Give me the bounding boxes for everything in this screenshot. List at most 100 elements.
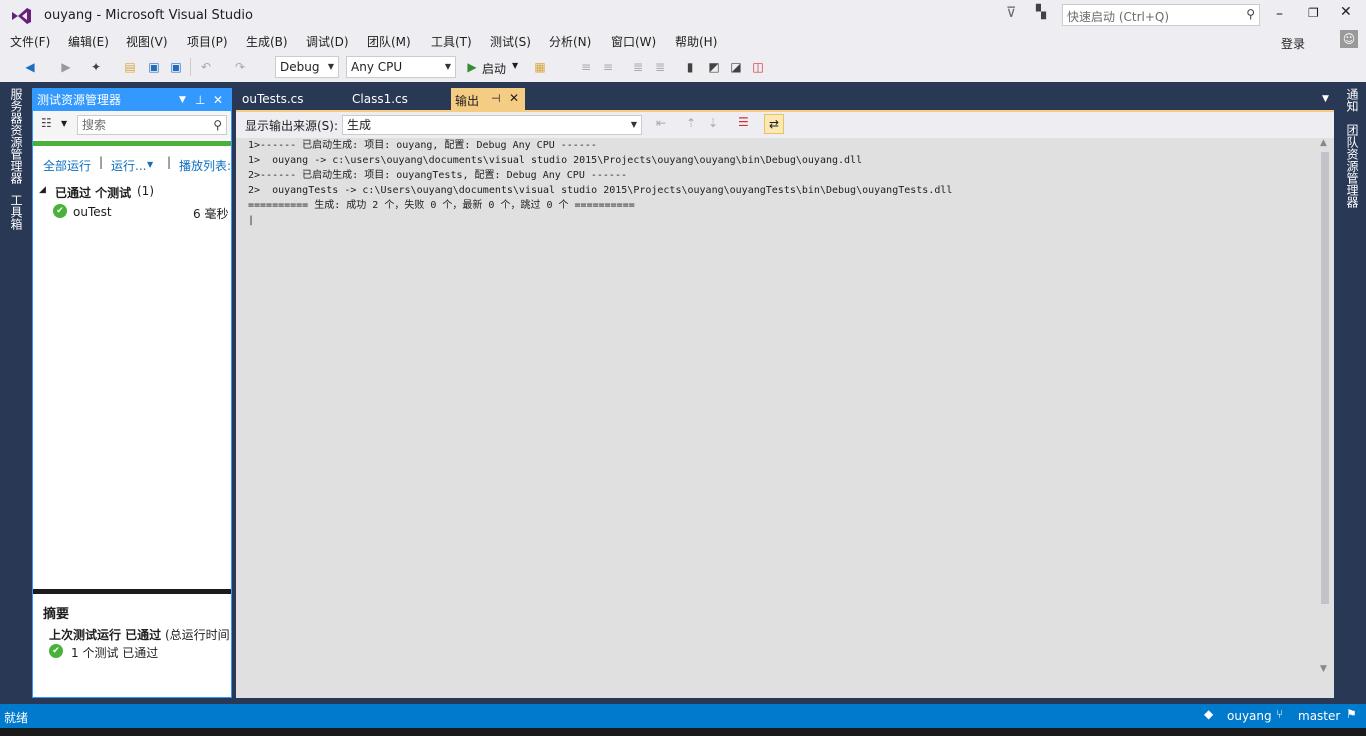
text-cursor: |: [248, 215, 255, 226]
right-tool-strip: 通知 团队资源管理器: [1336, 82, 1366, 702]
start-icon[interactable]: ▶: [464, 59, 480, 75]
login-link[interactable]: 登录: [1281, 35, 1305, 52]
account-avatar-icon[interactable]: ☺: [1340, 30, 1358, 48]
menu-file[interactable]: 文件(F): [10, 33, 50, 50]
standard-toolbar: ◀ ▶ ✦ ▤ ▣ ▣ ↶ ↷ Debug ▼ Any CPU ▼ ▶ 启动 ▼…: [0, 52, 1366, 82]
passed-group-label[interactable]: 已通过 个测试: [55, 184, 131, 201]
toggle-word-wrap-icon[interactable]: ⇄: [764, 114, 784, 134]
uncomment-icon[interactable]: ≣: [652, 59, 668, 75]
chevron-down-icon: ▼: [327, 62, 334, 71]
menu-team[interactable]: 团队(M): [367, 33, 411, 50]
repo-name[interactable]: ouyang: [1227, 709, 1272, 723]
forward-icon[interactable]: ▶: [58, 59, 74, 75]
menu-tools[interactable]: 工具(T): [431, 33, 472, 50]
minimize-button[interactable]: –: [1276, 6, 1283, 22]
next-message-icon[interactable]: ⇣: [708, 116, 718, 130]
branch-icon[interactable]: ⑂: [1276, 707, 1283, 721]
output-text[interactable]: 1>------ 已启动生成: 项目: ouyang, 配置: Debug An…: [248, 138, 1308, 678]
indent-icon[interactable]: ≡: [578, 59, 594, 75]
clear-bookmarks-icon[interactable]: ◫: [750, 59, 766, 75]
output-line: 1> ouyang -> c:\users\ouyang\documents\v…: [248, 155, 863, 166]
new-project-icon[interactable]: ✦: [88, 59, 104, 75]
bookmark-icon[interactable]: ▮: [682, 59, 698, 75]
menu-build[interactable]: 生成(B): [246, 33, 288, 50]
window-title: ouyang - Microsoft Visual Studio: [44, 8, 253, 23]
output-line: ========== 生成: 成功 2 个，失败 0 个，最新 0 个，跳过 0…: [248, 200, 635, 211]
platform-select[interactable]: Any CPU ▼: [346, 56, 456, 78]
output-source-select[interactable]: 生成 ▼: [342, 115, 642, 135]
back-icon[interactable]: ◀: [22, 59, 38, 75]
output-source-value: 生成: [347, 118, 372, 132]
menu-window[interactable]: 窗口(W): [611, 33, 656, 50]
clear-all-icon[interactable]: ☰: [738, 115, 749, 129]
tab-output[interactable]: 输出 ⊣ ✕: [451, 88, 525, 110]
menu-analyze[interactable]: 分析(N): [549, 33, 591, 50]
prev-bookmark-icon[interactable]: ◩: [706, 59, 722, 75]
playlist-link[interactable]: 播放列表:: [179, 157, 231, 174]
scroll-down-icon[interactable]: ▼: [1320, 664, 1327, 674]
test-explorer-title: 测试资源管理器: [37, 93, 122, 107]
repo-icon[interactable]: ◆: [1204, 707, 1213, 721]
feedback-icon[interactable]: ▚: [1036, 5, 1046, 20]
save-icon[interactable]: ▣: [146, 59, 162, 75]
group-by-icon[interactable]: ☷: [41, 116, 52, 130]
team-explorer-tab[interactable]: 团队资源管理器: [1344, 124, 1361, 208]
menu-edit[interactable]: 编辑(E): [68, 33, 109, 50]
scrollbar-thumb[interactable]: [1321, 152, 1329, 604]
chevron-down-icon[interactable]: ▼: [512, 61, 518, 70]
comment-icon[interactable]: ≣: [630, 59, 646, 75]
chevron-down-icon[interactable]: ▼: [61, 119, 67, 128]
outdent-icon[interactable]: ≡: [600, 59, 616, 75]
server-explorer-tab[interactable]: 服务器资源管理器: [8, 88, 25, 184]
prev-message-icon[interactable]: ⇡: [686, 116, 696, 130]
restore-button[interactable]: ❐: [1308, 6, 1319, 20]
output-line: 2> ouyangTests -> c:\Users\ouyang\docume…: [248, 185, 953, 196]
pin-icon[interactable]: ⊣: [491, 92, 501, 105]
tab-class1[interactable]: Class1.cs: [346, 88, 414, 110]
pin-icon[interactable]: ⊥: [195, 89, 205, 111]
test-progress-bar: [33, 141, 231, 146]
search-icon: ⚲: [1246, 7, 1255, 21]
output-toolbar: 显示输出来源(S): 生成 ▼ ⇤ ⇡ ⇣ ☰ ⇄: [236, 110, 1334, 138]
quick-launch-input[interactable]: 快速启动 (Ctrl+Q) ⚲: [1062, 4, 1260, 26]
dropdown-icon[interactable]: ▼: [179, 89, 186, 111]
toolbox-tab[interactable]: 工具箱: [8, 194, 25, 230]
solution-config-select[interactable]: Debug ▼: [275, 56, 339, 78]
notification-icon[interactable]: ⚑: [1346, 707, 1357, 721]
run-link[interactable]: 运行...: [111, 157, 146, 174]
open-file-icon[interactable]: ▤: [122, 59, 138, 75]
next-bookmark-icon[interactable]: ◪: [728, 59, 744, 75]
menu-project[interactable]: 项目(P): [187, 33, 228, 50]
redo-icon[interactable]: ↷: [232, 59, 248, 75]
tab-outests[interactable]: ouTests.cs: [236, 88, 310, 110]
tab-list-dropdown-icon[interactable]: ▼: [1322, 94, 1329, 104]
menu-debug[interactable]: 调试(D): [306, 33, 349, 50]
undo-icon[interactable]: ↶: [198, 59, 214, 75]
summary-divider[interactable]: [33, 589, 231, 594]
scroll-up-icon[interactable]: ▲: [1320, 138, 1327, 148]
passed-check-icon: ✔: [49, 644, 63, 658]
test-search-input[interactable]: 搜索 ⚲: [77, 115, 227, 135]
find-message-icon[interactable]: ⇤: [656, 116, 666, 130]
quick-launch-placeholder: 快速启动 (Ctrl+Q): [1067, 10, 1170, 24]
menu-view[interactable]: 视图(V): [126, 33, 168, 50]
passed-check-icon: ✔: [53, 204, 67, 218]
left-tool-strip: 服务器资源管理器 工具箱: [0, 82, 30, 702]
run-all-link[interactable]: 全部运行: [43, 157, 91, 174]
filter-icon[interactable]: ⊽: [1006, 5, 1016, 21]
save-all-icon[interactable]: ▣: [168, 59, 184, 75]
start-button-label[interactable]: 启动: [482, 60, 506, 77]
visual-studio-logo-icon: [12, 8, 31, 24]
chevron-down-icon[interactable]: ▼: [147, 160, 153, 169]
close-icon[interactable]: ✕: [213, 89, 223, 111]
menu-help[interactable]: 帮助(H): [675, 33, 717, 50]
browser-link-icon[interactable]: ▦: [532, 59, 548, 75]
notifications-tab[interactable]: 通知: [1344, 88, 1361, 112]
toolbar-separator: [190, 58, 191, 76]
menu-test[interactable]: 测试(S): [490, 33, 531, 50]
test-name[interactable]: ouTest: [73, 205, 112, 219]
close-button[interactable]: ✕: [1340, 4, 1352, 20]
close-icon[interactable]: ✕: [509, 91, 519, 105]
branch-name[interactable]: master: [1298, 709, 1340, 723]
collapse-triangle-icon[interactable]: ◢: [39, 185, 46, 195]
